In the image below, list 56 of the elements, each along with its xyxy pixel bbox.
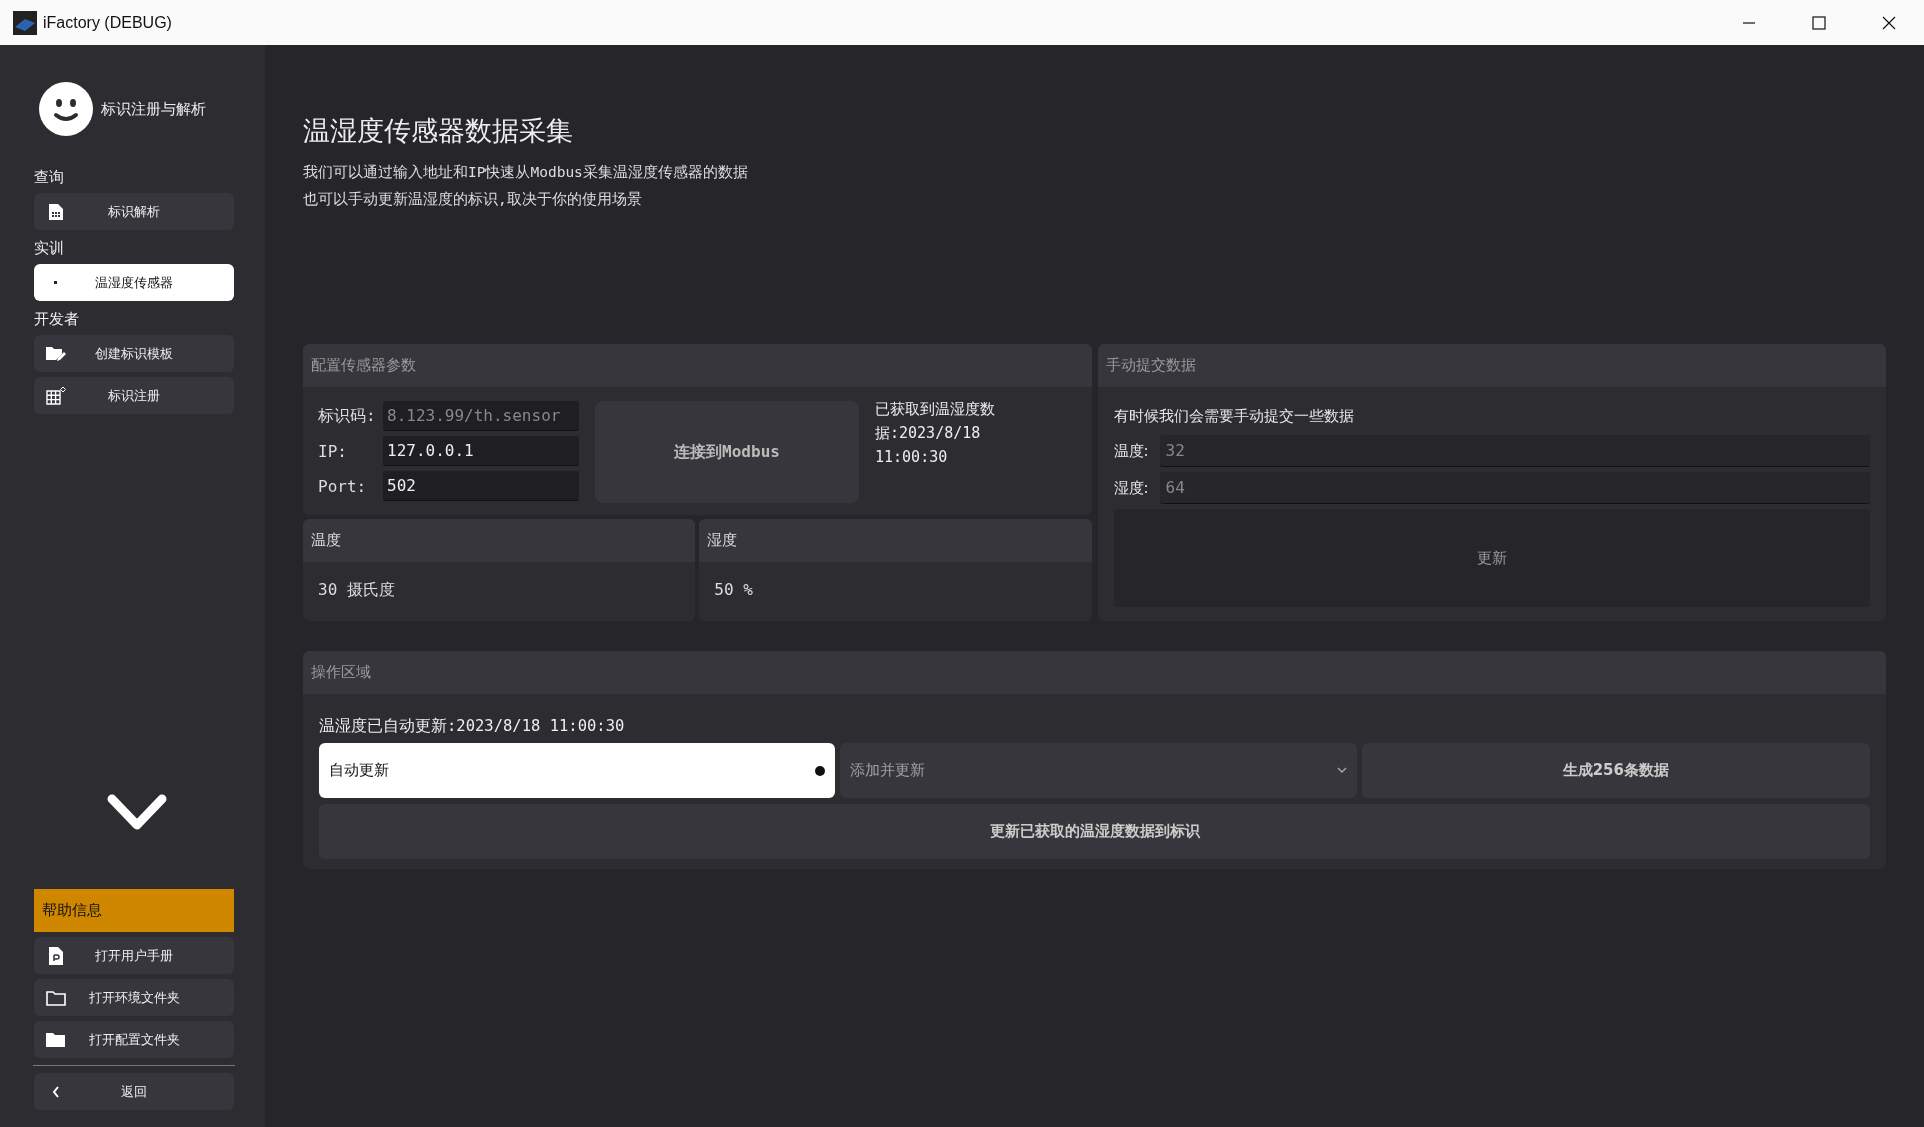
grid-icon (46, 386, 66, 405)
mode-dropdown[interactable]: 添加并更新 (840, 743, 1357, 798)
dot-icon (815, 765, 826, 776)
field-label: 温度: (1113, 441, 1150, 461)
folder-icon (46, 989, 66, 1006)
update-identifier-button[interactable]: 更新已获取的温湿度数据到标识 (319, 804, 1870, 859)
window-title: iFactory (DEBUG) (43, 13, 172, 32)
nav-item[interactable]: 温湿度传感器 (34, 264, 234, 301)
input-field[interactable]: 502 (383, 471, 579, 501)
app-logo-icon (13, 10, 37, 35)
folder-icon (46, 1031, 66, 1048)
reading-title: 温度 (303, 519, 696, 562)
pdf-file-icon (49, 946, 63, 965)
note-text: 有时候我们会需要手动提交一些数据 (1113, 407, 1355, 426)
chevron-left-icon (52, 1085, 60, 1098)
status-text: 温湿度已自动更新:2023/8/18 11:00:30 (319, 716, 626, 737)
field-label: 标识码: (318, 405, 377, 427)
profile-name: 标识注册与解析 (101, 99, 206, 119)
section-heading: 实训 (34, 239, 65, 258)
nav-item[interactable]: 标识注册 (34, 377, 234, 414)
help-item[interactable]: 打开配置文件夹 (34, 1021, 234, 1058)
field-label: Port: (318, 476, 368, 496)
reading-value: 50 % (713, 579, 754, 601)
input-field[interactable]: 32 (1159, 435, 1870, 467)
minimize-icon (1743, 21, 1755, 24)
input-field[interactable]: 64 (1159, 472, 1870, 504)
nav-item[interactable]: 创建标识模板 (34, 335, 234, 372)
back-button[interactable]: 返回 (34, 1073, 234, 1110)
field-label: 湿度: (1113, 478, 1150, 498)
panel-heading: 操作区域 (303, 651, 1886, 694)
section-heading: 开发者 (34, 310, 80, 329)
reading-value: 30 摄氏度 (317, 579, 396, 601)
generate-button[interactable]: 生成256条数据 (1361, 743, 1870, 798)
maximize-icon (1812, 15, 1826, 30)
description-text: 我们可以通过输入地址和IP快速从Modbus采集温湿度传感器的数据 (303, 163, 749, 182)
help-heading: 帮助信息 (34, 889, 234, 932)
folder-edit-icon (46, 345, 66, 362)
help-item[interactable]: 打开用户手册 (34, 937, 234, 974)
connect-button[interactable]: 连接到Modbus (595, 401, 859, 503)
help-item[interactable]: 打开环境文件夹 (34, 979, 234, 1016)
reading-title: 湿度 (699, 519, 1092, 562)
panel-heading: 配置传感器参数 (303, 344, 1092, 387)
close-icon (1882, 15, 1896, 30)
field-label: IP: (318, 441, 348, 461)
smiley-avatar-icon (39, 82, 93, 136)
chevron-down-icon (1336, 767, 1347, 774)
description-text: 也可以手动更新温湿度的标识,取决于你的使用场景 (303, 190, 643, 209)
nav-item[interactable]: 标识解析 (34, 193, 234, 230)
page-title: 温湿度传感器数据采集 (303, 114, 574, 148)
sim-card-icon (49, 203, 63, 220)
auto-update-toggle[interactable]: 自动更新 (319, 743, 836, 798)
status-text: 已获取到温湿度数据:2023/8/18 11:00:30 (875, 399, 996, 468)
section-heading: 查询 (34, 168, 65, 187)
input-field[interactable]: 8.123.99/th.sensor (383, 401, 579, 431)
input-field[interactable]: 127.0.0.1 (383, 436, 579, 466)
panel-heading: 手动提交数据 (1097, 344, 1886, 387)
